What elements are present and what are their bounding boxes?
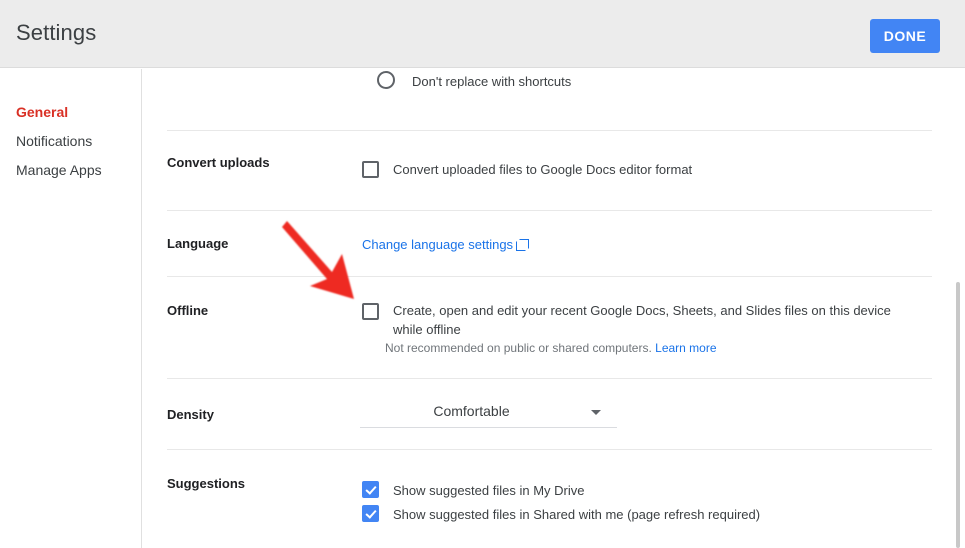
offline-learn-more-link[interactable]: Learn more bbox=[655, 341, 716, 355]
suggestions-shared-with-me-checkbox[interactable] bbox=[362, 505, 379, 522]
vertical-scrollbar[interactable] bbox=[951, 69, 965, 548]
sidebar-item-manage-apps[interactable]: Manage Apps bbox=[16, 162, 102, 178]
offline-checkbox[interactable] bbox=[362, 303, 379, 320]
dont-replace-shortcuts-label: Don't replace with shortcuts bbox=[412, 74, 572, 89]
settings-sidebar: General Notifications Manage Apps bbox=[0, 69, 142, 548]
suggestions-my-drive-label: Show suggested files in My Drive bbox=[393, 483, 585, 498]
settings-header: Settings DONE bbox=[0, 0, 965, 68]
convert-uploads-option-label: Convert uploaded files to Google Docs ed… bbox=[393, 162, 693, 177]
density-label: Density bbox=[167, 407, 214, 422]
offline-sub-text-wrapper: Not recommended on public or shared comp… bbox=[385, 340, 717, 357]
offline-label: Offline bbox=[167, 303, 209, 318]
settings-content-panel: Don't replace with shortcuts Convert upl… bbox=[143, 69, 965, 548]
offline-sub-text: Not recommended on public or shared comp… bbox=[385, 341, 652, 355]
done-button[interactable]: DONE bbox=[870, 19, 940, 53]
divider-1 bbox=[167, 130, 932, 131]
scrollbar-thumb[interactable] bbox=[956, 282, 960, 548]
change-language-settings-link[interactable]: Change language settings bbox=[362, 237, 513, 252]
external-link-icon bbox=[516, 239, 530, 251]
suggestions-shared-with-me-label: Show suggested files in Shared with me (… bbox=[393, 507, 761, 522]
suggestions-label: Suggestions bbox=[167, 476, 246, 491]
offline-option-label: Create, open and edit your recent Google… bbox=[393, 303, 891, 337]
convert-uploads-label: Convert uploads bbox=[167, 155, 270, 170]
language-label: Language bbox=[167, 236, 229, 251]
convert-uploads-checkbox[interactable] bbox=[362, 161, 379, 178]
chevron-down-icon bbox=[591, 410, 601, 415]
divider-4 bbox=[167, 378, 932, 379]
settings-window: Settings DONE General Notifications Mana… bbox=[0, 0, 965, 548]
dont-replace-shortcuts-radio[interactable] bbox=[377, 71, 395, 89]
divider-3 bbox=[167, 276, 932, 277]
change-language-settings-link-wrapper: Change language settings bbox=[362, 235, 530, 254]
page-title: Settings bbox=[16, 20, 97, 45]
density-dropdown-value: Comfortable bbox=[433, 403, 510, 419]
sidebar-item-notifications[interactable]: Notifications bbox=[16, 133, 92, 149]
density-dropdown[interactable]: Comfortable bbox=[360, 398, 617, 428]
sidebar-item-general[interactable]: General bbox=[16, 104, 68, 120]
suggestions-my-drive-checkbox[interactable] bbox=[362, 481, 379, 498]
divider-5 bbox=[167, 449, 932, 450]
divider-2 bbox=[167, 210, 932, 211]
